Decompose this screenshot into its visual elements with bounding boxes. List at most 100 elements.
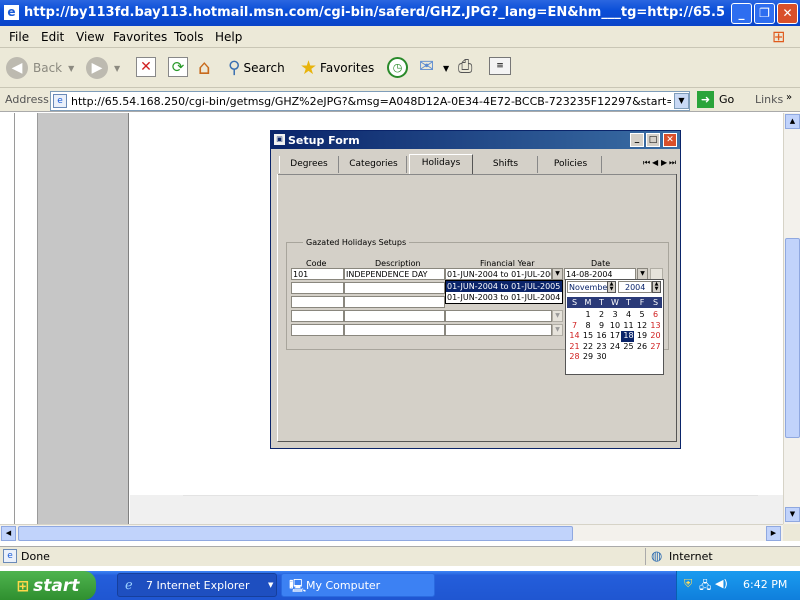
code-cell[interactable]: [291, 282, 344, 294]
calendar-day[interactable]: 26: [636, 342, 649, 351]
mail-dropdown-icon[interactable]: ▼: [443, 64, 449, 73]
minimize-button[interactable]: _: [731, 3, 752, 24]
address-input[interactable]: e http://65.54.168.250/cgi-bin/getmsg/GH…: [50, 91, 690, 111]
calendar-day[interactable]: 9: [595, 321, 608, 330]
code-cell[interactable]: [291, 324, 344, 336]
calendar-day[interactable]: 8: [582, 321, 595, 330]
calendar-day[interactable]: 20: [649, 331, 662, 340]
calendar-day[interactable]: 19: [636, 331, 649, 340]
calendar-day[interactable]: 10: [609, 321, 622, 330]
calendar-day[interactable]: 17: [609, 331, 622, 340]
calendar-day[interactable]: 12: [636, 321, 649, 330]
menu-view[interactable]: View: [76, 30, 104, 44]
menu-help[interactable]: Help: [215, 30, 242, 44]
stop-icon[interactable]: ✕: [136, 57, 156, 77]
horizontal-scroll-thumb[interactable]: [18, 526, 573, 541]
menu-edit[interactable]: Edit: [41, 30, 64, 44]
go-arrow-icon[interactable]: ➜: [697, 91, 714, 108]
calendar-day[interactable]: 30: [595, 352, 608, 361]
tab-categories[interactable]: Categories: [341, 156, 407, 173]
tray-security-icon[interactable]: ⛨: [684, 577, 692, 591]
description-cell[interactable]: [344, 296, 445, 308]
calendar-day[interactable]: 22: [582, 342, 595, 351]
calendar-day[interactable]: 29: [582, 352, 595, 361]
tab-next-icon[interactable]: ▶: [661, 158, 667, 167]
calendar-day[interactable]: 27: [649, 342, 662, 351]
horizontal-scrollbar[interactable]: ◀ ▶: [0, 524, 783, 541]
menu-favorites[interactable]: Favorites: [113, 30, 167, 44]
vertical-scrollbar[interactable]: ▲ ▼: [783, 113, 800, 524]
setup-close-button[interactable]: ✕: [663, 133, 677, 147]
calendar-day[interactable]: 4: [622, 310, 635, 319]
financial-year-dropdown-icon[interactable]: ▼: [552, 324, 563, 336]
edit-icon[interactable]: ≡: [489, 57, 511, 75]
history-icon[interactable]: ◷: [387, 57, 408, 78]
dropdown-option[interactable]: 01-JUN-2003 to 01-JUL-2004: [446, 292, 562, 303]
description-cell[interactable]: INDEPENDENCE DAY: [344, 268, 445, 280]
tab-policies[interactable]: Policies: [540, 156, 602, 173]
back-dropdown-icon[interactable]: ▼: [68, 64, 74, 73]
calendar-day[interactable]: 11: [622, 321, 635, 330]
scroll-right-icon[interactable]: ▶: [766, 526, 781, 541]
tab-prev-icon[interactable]: ◀: [652, 158, 658, 167]
back-button[interactable]: ◀ Back ▼: [6, 56, 74, 80]
vertical-scroll-thumb[interactable]: [785, 238, 800, 438]
scroll-down-icon[interactable]: ▼: [785, 507, 800, 522]
calendar-day[interactable]: 13: [649, 321, 662, 330]
calendar-day[interactable]: 5: [636, 310, 649, 319]
home-icon[interactable]: ⌂: [198, 55, 211, 79]
tab-first-icon[interactable]: ⏮: [643, 158, 650, 168]
forward-button[interactable]: ▶ ▼: [86, 56, 120, 80]
description-cell[interactable]: [344, 282, 445, 294]
menu-file[interactable]: File: [9, 30, 29, 44]
forward-dropdown-icon[interactable]: ▼: [114, 64, 120, 73]
financial-year-cell[interactable]: [445, 310, 552, 322]
favorites-button[interactable]: ★ Favorites: [300, 56, 374, 80]
code-cell[interactable]: [291, 310, 344, 322]
scroll-left-icon[interactable]: ◀: [1, 526, 16, 541]
setup-maximize-button[interactable]: □: [646, 133, 660, 147]
code-cell[interactable]: [291, 296, 344, 308]
financial-year-cell[interactable]: 01-JUN-2004 to 01-JUL-2005: [445, 268, 552, 280]
tab-holidays[interactable]: Holidays: [409, 154, 473, 174]
print-icon[interactable]: ⎙: [458, 56, 472, 77]
mail-icon[interactable]: ✉: [419, 56, 434, 77]
taskbar-task-my-computer[interactable]: 🖳 My Computer: [281, 573, 435, 597]
address-dropdown-icon[interactable]: ▼: [674, 93, 689, 109]
dropdown-option-selected[interactable]: 01-JUN-2004 to 01-JUL-2005: [446, 281, 562, 292]
calendar-day[interactable]: 15: [582, 331, 595, 340]
start-button[interactable]: ⊞ start: [0, 571, 96, 600]
tab-last-icon[interactable]: ⏭: [669, 158, 676, 168]
scroll-up-icon[interactable]: ▲: [785, 114, 800, 129]
calendar-day[interactable]: 3: [609, 310, 622, 319]
maximize-button[interactable]: ❐: [754, 3, 775, 24]
calendar-day[interactable]: 18: [622, 331, 635, 340]
calendar-day[interactable]: 16: [595, 331, 608, 340]
calendar-day[interactable]: 14: [568, 331, 581, 340]
calendar-day[interactable]: 6: [649, 310, 662, 319]
calendar-day[interactable]: 1: [582, 310, 595, 319]
financial-year-cell[interactable]: [445, 324, 552, 336]
menu-tools[interactable]: Tools: [174, 30, 204, 44]
financial-year-dropdown-icon[interactable]: ▼: [552, 268, 563, 280]
calendar-day[interactable]: 25: [622, 342, 635, 351]
tray-volume-icon[interactable]: ◀): [715, 577, 728, 590]
links-chevron-icon[interactable]: »: [786, 92, 792, 103]
tab-shifts[interactable]: Shifts: [474, 156, 538, 173]
go-button[interactable]: Go: [719, 93, 734, 106]
setup-minimize-button[interactable]: _: [630, 133, 644, 147]
calendar-day[interactable]: 23: [595, 342, 608, 351]
calendar-day[interactable]: 2: [595, 310, 608, 319]
calendar-day[interactable]: 24: [609, 342, 622, 351]
taskbar-task-ie[interactable]: ℯ 7 Internet Explorer ▼: [117, 573, 277, 597]
refresh-icon[interactable]: ⟳: [168, 57, 188, 77]
calendar-day[interactable]: 7: [568, 321, 581, 330]
tray-network-icon[interactable]: 🖧: [699, 577, 711, 596]
search-button[interactable]: ⚲ Search: [228, 56, 285, 80]
description-cell[interactable]: [344, 310, 445, 322]
tab-degrees[interactable]: Degrees: [279, 156, 339, 173]
links-button[interactable]: Links: [755, 93, 783, 106]
close-button[interactable]: ✕: [777, 3, 798, 24]
financial-year-dropdown-icon[interactable]: ▼: [552, 310, 563, 322]
code-cell[interactable]: 101: [291, 268, 344, 280]
